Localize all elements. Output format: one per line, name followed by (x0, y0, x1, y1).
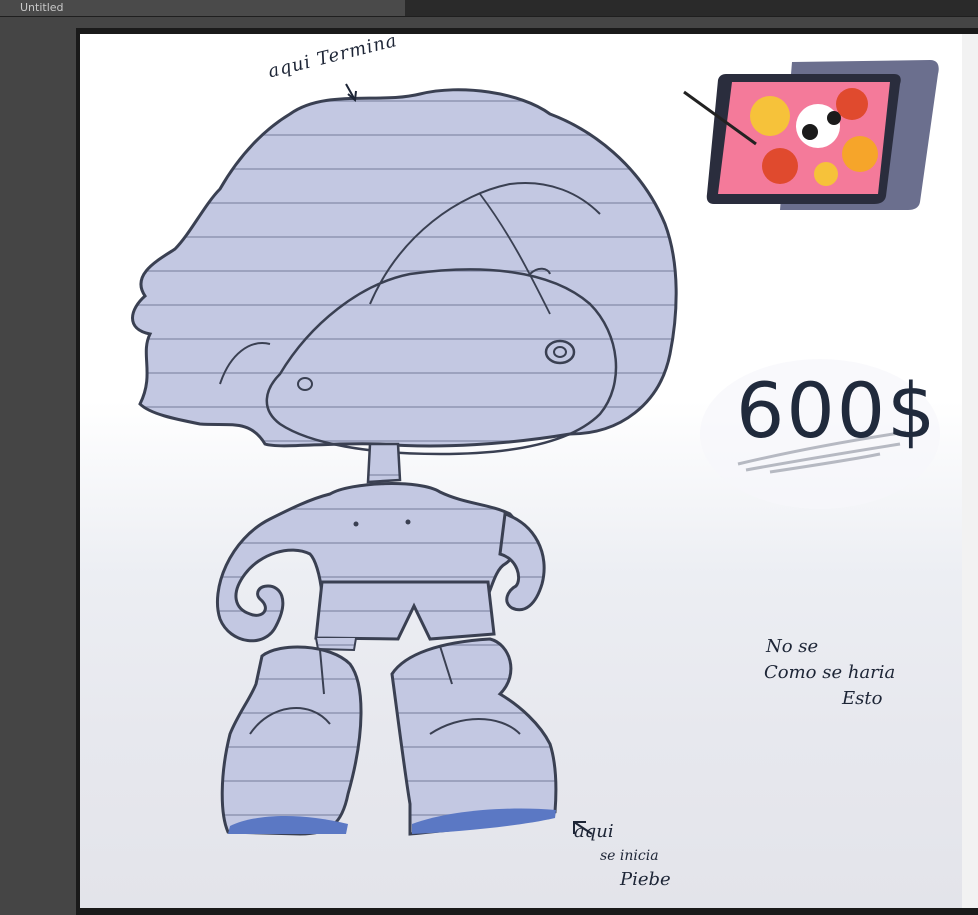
annotation-right-line-2: Como se haria (764, 662, 896, 683)
tab-untitled[interactable]: Untitled (0, 0, 406, 16)
character-shorts (314, 580, 496, 641)
character-boot-left (220, 645, 363, 836)
annotation-bottom-line-1: aqui (574, 821, 614, 842)
canvas-edge (962, 34, 978, 908)
document-tab-bar: Untitled (0, 0, 978, 17)
price-label: 600$ (736, 366, 938, 455)
character-neck (366, 442, 402, 484)
annotation-right-line-3: Esto (842, 688, 883, 709)
annotation-bottom-line-2: se inicia (600, 848, 659, 864)
annotation-right-line-1: No se (766, 636, 819, 657)
sketch-layer (131, 34, 942, 836)
drawing-tablet-image (680, 34, 942, 210)
drawing-canvas[interactable]: aqui Termina 600$ No se Como se haria Es… (80, 34, 962, 908)
character-hair (131, 88, 678, 448)
annotation-right: No se Como se haria Esto (764, 634, 944, 712)
tab-label: Untitled (20, 1, 64, 14)
annotation-bottom: aqui se inicia Piebe (574, 820, 724, 892)
paint-app-window: Untitled aqui Termina 600$ No se Como se… (0, 0, 978, 915)
annotation-bottom-line-3: Piebe (620, 869, 671, 890)
character-boot-right (390, 637, 558, 836)
